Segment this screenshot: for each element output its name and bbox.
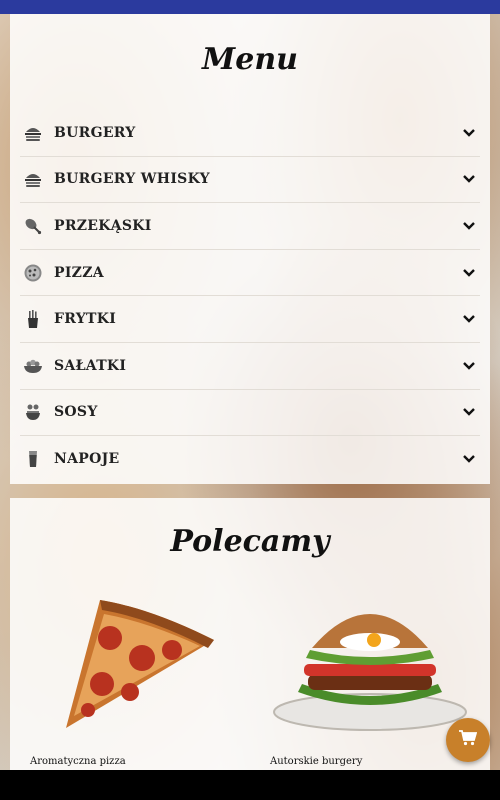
top-bar	[0, 0, 500, 14]
sauce-icon	[22, 401, 44, 423]
chevron-down-icon[interactable]	[462, 266, 476, 280]
drumstick-icon	[22, 215, 44, 237]
menu-item-label: PRZEKĄSKI	[54, 217, 152, 234]
drink-icon	[22, 448, 44, 470]
recommended-caption: Autorskie burgery	[270, 756, 363, 767]
menu-item-pizza[interactable]: PIZZA	[20, 250, 480, 297]
chevron-down-icon[interactable]	[462, 405, 476, 419]
bottom-bar	[0, 770, 500, 800]
menu-item-label: PIZZA	[54, 264, 104, 281]
menu-item-burgery[interactable]: BURGERY	[20, 110, 480, 157]
pizza-slice-image[interactable]	[30, 588, 230, 738]
recommended-title: Polecamy	[170, 524, 330, 559]
menu-item-sosy[interactable]: SOSY	[20, 390, 480, 437]
chevron-down-icon[interactable]	[462, 219, 476, 233]
fries-icon	[22, 308, 44, 330]
chevron-down-icon[interactable]	[462, 452, 476, 466]
chevron-down-icon[interactable]	[462, 312, 476, 326]
menu-item-label: SAŁATKI	[54, 357, 127, 374]
pizza-icon	[22, 262, 44, 284]
burger-whisky-icon	[22, 168, 44, 190]
cart-button[interactable]	[446, 718, 490, 762]
recommended-card-pizza[interactable]: Aromatyczna pizza	[10, 578, 250, 768]
recommended-grid: Aromatyczna pizza Autorskie burgery	[10, 578, 490, 768]
menu-panel: Menu BURGERY BURGERY WHISKY PRZEKĄSKI PI…	[10, 14, 490, 484]
menu-item-label: FRYTKI	[54, 311, 117, 328]
burger-image[interactable]	[270, 588, 470, 738]
salad-icon	[22, 355, 44, 377]
menu-item-label: BURGERY WHISKY	[54, 171, 210, 188]
chevron-down-icon[interactable]	[462, 172, 476, 186]
menu-item-label: BURGERY	[54, 124, 136, 141]
menu-title: Menu	[202, 42, 298, 77]
chevron-down-icon[interactable]	[462, 126, 476, 140]
burger-icon	[22, 122, 44, 144]
menu-item-burgery-whisky[interactable]: BURGERY WHISKY	[20, 157, 480, 204]
menu-item-salatki[interactable]: SAŁATKI	[20, 343, 480, 390]
menu-item-label: NAPOJE	[54, 451, 120, 468]
menu-item-frytki[interactable]: FRYTKI	[20, 296, 480, 343]
menu-list: BURGERY BURGERY WHISKY PRZEKĄSKI PIZZA F…	[10, 110, 490, 483]
recommended-panel: Polecamy Aromatyczna pizza Autorskie bur…	[10, 498, 490, 778]
menu-item-label: SOSY	[54, 404, 98, 421]
chevron-down-icon[interactable]	[462, 359, 476, 373]
menu-item-przekaski[interactable]: PRZEKĄSKI	[20, 203, 480, 250]
recommended-caption: Aromatyczna pizza	[30, 756, 126, 767]
cart-icon	[459, 730, 478, 750]
menu-item-napoje[interactable]: NAPOJE	[20, 436, 480, 483]
